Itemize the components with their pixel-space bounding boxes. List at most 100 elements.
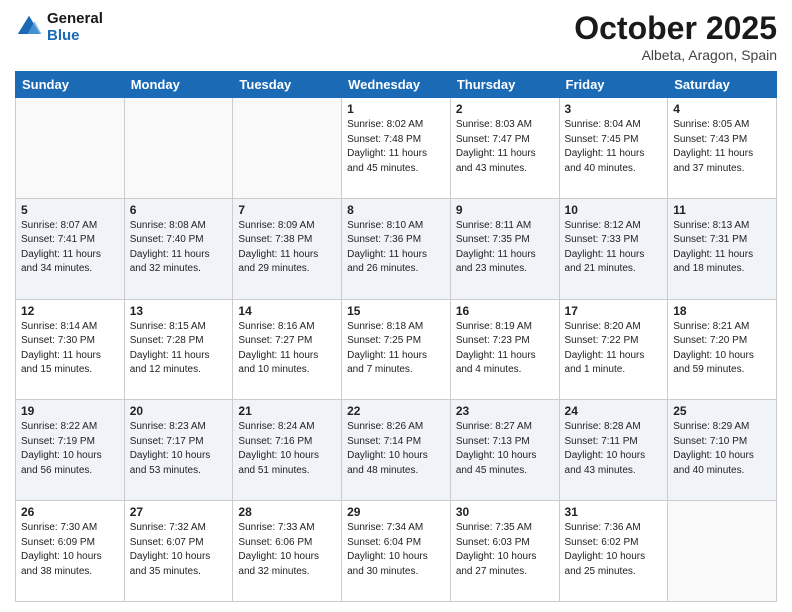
calendar-header-saturday: Saturday <box>668 72 777 98</box>
day-info: Sunrise: 7:36 AM Sunset: 6:02 PM Dayligh… <box>565 521 663 579</box>
logo-icon <box>15 13 43 41</box>
calendar-cell: 2 Sunrise: 8:03 AM Sunset: 7:47 PM Daylig… <box>450 98 559 199</box>
calendar-header-row: SundayMondayTuesdayWednesdayThursdayFrid… <box>16 72 777 98</box>
logo-text: General Blue <box>47 10 103 44</box>
day-info: Sunrise: 7:35 AM Sunset: 6:03 PM Dayligh… <box>456 521 554 579</box>
day-info: Sunrise: 8:10 AM Sunset: 7:36 PM Dayligh… <box>347 219 445 277</box>
calendar-header-wednesday: Wednesday <box>342 72 451 98</box>
calendar-cell <box>233 98 342 199</box>
day-number: 28 <box>238 505 336 519</box>
day-number: 8 <box>347 203 445 217</box>
calendar-cell: 3Sunrise: 8:04 AM Sunset: 7:45 PM Daylig… <box>559 98 668 199</box>
calendar-header-monday: Monday <box>124 72 233 98</box>
calendar-cell: 1Sunrise: 8:02 AM Sunset: 7:48 PM Daylig… <box>342 98 451 199</box>
day-number: 12 <box>21 304 119 318</box>
day-number: 5 <box>21 203 119 217</box>
day-number: 9 <box>456 203 554 217</box>
day-number: 21 <box>238 404 336 418</box>
calendar-cell: 22 Sunrise: 8:26 AM Sunset: 7:14 PM Dayli… <box>342 400 451 501</box>
day-info: Sunrise: 8:24 AM Sunset: 7:16 PM Dayligh… <box>238 420 336 478</box>
calendar-cell: 16Sunrise: 8:19 AM Sunset: 7:23 PM Dayli… <box>450 299 559 400</box>
calendar-cell: 9 Sunrise: 8:11 AM Sunset: 7:35 PM Daylig… <box>450 198 559 299</box>
day-info: Sunrise: 8:07 AM Sunset: 7:41 PM Dayligh… <box>21 219 119 277</box>
day-number: 2 <box>456 102 554 116</box>
day-number: 26 <box>21 505 119 519</box>
calendar-cell: 17 Sunrise: 8:20 AM Sunset: 7:22 PM Dayli… <box>559 299 668 400</box>
calendar-cell: 28 Sunrise: 7:33 AM Sunset: 6:06 PM Dayli… <box>233 501 342 602</box>
calendar-cell <box>668 501 777 602</box>
calendar-header-friday: Friday <box>559 72 668 98</box>
day-number: 22 <box>347 404 445 418</box>
calendar-week-row: 26 Sunrise: 7:30 AM Sunset: 6:09 PM Dayli… <box>16 501 777 602</box>
day-number: 16 <box>456 304 554 318</box>
day-number: 3 <box>565 102 663 116</box>
calendar-cell: 11 Sunrise: 8:13 AM Sunset: 7:31 PM Dayli… <box>668 198 777 299</box>
day-number: 10 <box>565 203 663 217</box>
day-info: Sunrise: 8:20 AM Sunset: 7:22 PM Dayligh… <box>565 320 663 378</box>
day-number: 23 <box>456 404 554 418</box>
day-info: Sunrise: 7:30 AM Sunset: 6:09 PM Dayligh… <box>21 521 119 579</box>
calendar-cell: 24 Sunrise: 8:28 AM Sunset: 7:11 PM Dayli… <box>559 400 668 501</box>
day-info: Sunrise: 8:05 AM Sunset: 7:43 PM Dayligh… <box>673 118 771 176</box>
header: General Blue October 2025 Albeta, Aragon… <box>15 10 777 63</box>
calendar-cell: 10 Sunrise: 8:12 AM Sunset: 7:33 PM Dayli… <box>559 198 668 299</box>
day-info: Sunrise: 8:21 AM Sunset: 7:20 PM Dayligh… <box>673 320 771 378</box>
calendar-week-row: 5 Sunrise: 8:07 AM Sunset: 7:41 PM Daylig… <box>16 198 777 299</box>
day-number: 18 <box>673 304 771 318</box>
calendar-header-sunday: Sunday <box>16 72 125 98</box>
calendar-cell: 7 Sunrise: 8:09 AM Sunset: 7:38 PM Daylig… <box>233 198 342 299</box>
calendar-cell: 25Sunrise: 8:29 AM Sunset: 7:10 PM Dayli… <box>668 400 777 501</box>
day-info: Sunrise: 8:23 AM Sunset: 7:17 PM Dayligh… <box>130 420 228 478</box>
calendar-cell: 8 Sunrise: 8:10 AM Sunset: 7:36 PM Daylig… <box>342 198 451 299</box>
day-info: Sunrise: 8:28 AM Sunset: 7:11 PM Dayligh… <box>565 420 663 478</box>
calendar-week-row: 19 Sunrise: 8:22 AM Sunset: 7:19 PM Dayli… <box>16 400 777 501</box>
day-info: Sunrise: 8:14 AM Sunset: 7:30 PM Dayligh… <box>21 320 119 378</box>
calendar-cell: 27 Sunrise: 7:32 AM Sunset: 6:07 PM Dayli… <box>124 501 233 602</box>
calendar-week-row: 1Sunrise: 8:02 AM Sunset: 7:48 PM Daylig… <box>16 98 777 199</box>
calendar-cell: 26 Sunrise: 7:30 AM Sunset: 6:09 PM Dayli… <box>16 501 125 602</box>
day-number: 19 <box>21 404 119 418</box>
day-number: 24 <box>565 404 663 418</box>
calendar-cell: 12 Sunrise: 8:14 AM Sunset: 7:30 PM Dayli… <box>16 299 125 400</box>
calendar-cell: 23Sunrise: 8:27 AM Sunset: 7:13 PM Dayli… <box>450 400 559 501</box>
page: General Blue October 2025 Albeta, Aragon… <box>0 0 792 612</box>
day-info: Sunrise: 7:32 AM Sunset: 6:07 PM Dayligh… <box>130 521 228 579</box>
day-number: 17 <box>565 304 663 318</box>
calendar-cell: 19 Sunrise: 8:22 AM Sunset: 7:19 PM Dayli… <box>16 400 125 501</box>
day-number: 15 <box>347 304 445 318</box>
calendar-cell <box>16 98 125 199</box>
day-info: Sunrise: 7:33 AM Sunset: 6:06 PM Dayligh… <box>238 521 336 579</box>
day-info: Sunrise: 8:11 AM Sunset: 7:35 PM Dayligh… <box>456 219 554 277</box>
day-info: Sunrise: 8:09 AM Sunset: 7:38 PM Dayligh… <box>238 219 336 277</box>
day-number: 7 <box>238 203 336 217</box>
calendar-cell: 20 Sunrise: 8:23 AM Sunset: 7:17 PM Dayli… <box>124 400 233 501</box>
day-info: Sunrise: 8:13 AM Sunset: 7:31 PM Dayligh… <box>673 219 771 277</box>
day-info: Sunrise: 8:26 AM Sunset: 7:14 PM Dayligh… <box>347 420 445 478</box>
calendar-cell: 14 Sunrise: 8:16 AM Sunset: 7:27 PM Dayli… <box>233 299 342 400</box>
day-number: 11 <box>673 203 771 217</box>
day-number: 20 <box>130 404 228 418</box>
day-number: 25 <box>673 404 771 418</box>
location: Albeta, Aragon, Spain <box>574 47 777 63</box>
calendar-cell: 15 Sunrise: 8:18 AM Sunset: 7:25 PM Dayli… <box>342 299 451 400</box>
day-info: Sunrise: 8:22 AM Sunset: 7:19 PM Dayligh… <box>21 420 119 478</box>
day-info: Sunrise: 8:18 AM Sunset: 7:25 PM Dayligh… <box>347 320 445 378</box>
day-info: Sunrise: 8:02 AM Sunset: 7:48 PM Dayligh… <box>347 118 445 176</box>
calendar-cell: 18 Sunrise: 8:21 AM Sunset: 7:20 PM Dayli… <box>668 299 777 400</box>
day-info: Sunrise: 8:03 AM Sunset: 7:47 PM Dayligh… <box>456 118 554 176</box>
day-number: 4 <box>673 102 771 116</box>
day-info: Sunrise: 8:16 AM Sunset: 7:27 PM Dayligh… <box>238 320 336 378</box>
calendar-cell <box>124 98 233 199</box>
calendar-cell: 13Sunrise: 8:15 AM Sunset: 7:28 PM Dayli… <box>124 299 233 400</box>
day-number: 6 <box>130 203 228 217</box>
day-number: 14 <box>238 304 336 318</box>
calendar-header-thursday: Thursday <box>450 72 559 98</box>
day-info: Sunrise: 8:12 AM Sunset: 7:33 PM Dayligh… <box>565 219 663 277</box>
day-number: 29 <box>347 505 445 519</box>
logo: General Blue <box>15 10 103 44</box>
calendar-cell: 6Sunrise: 8:08 AM Sunset: 7:40 PM Daylig… <box>124 198 233 299</box>
calendar-week-row: 12 Sunrise: 8:14 AM Sunset: 7:30 PM Dayli… <box>16 299 777 400</box>
title-block: October 2025 Albeta, Aragon, Spain <box>574 10 777 63</box>
day-info: Sunrise: 8:15 AM Sunset: 7:28 PM Dayligh… <box>130 320 228 378</box>
day-number: 27 <box>130 505 228 519</box>
